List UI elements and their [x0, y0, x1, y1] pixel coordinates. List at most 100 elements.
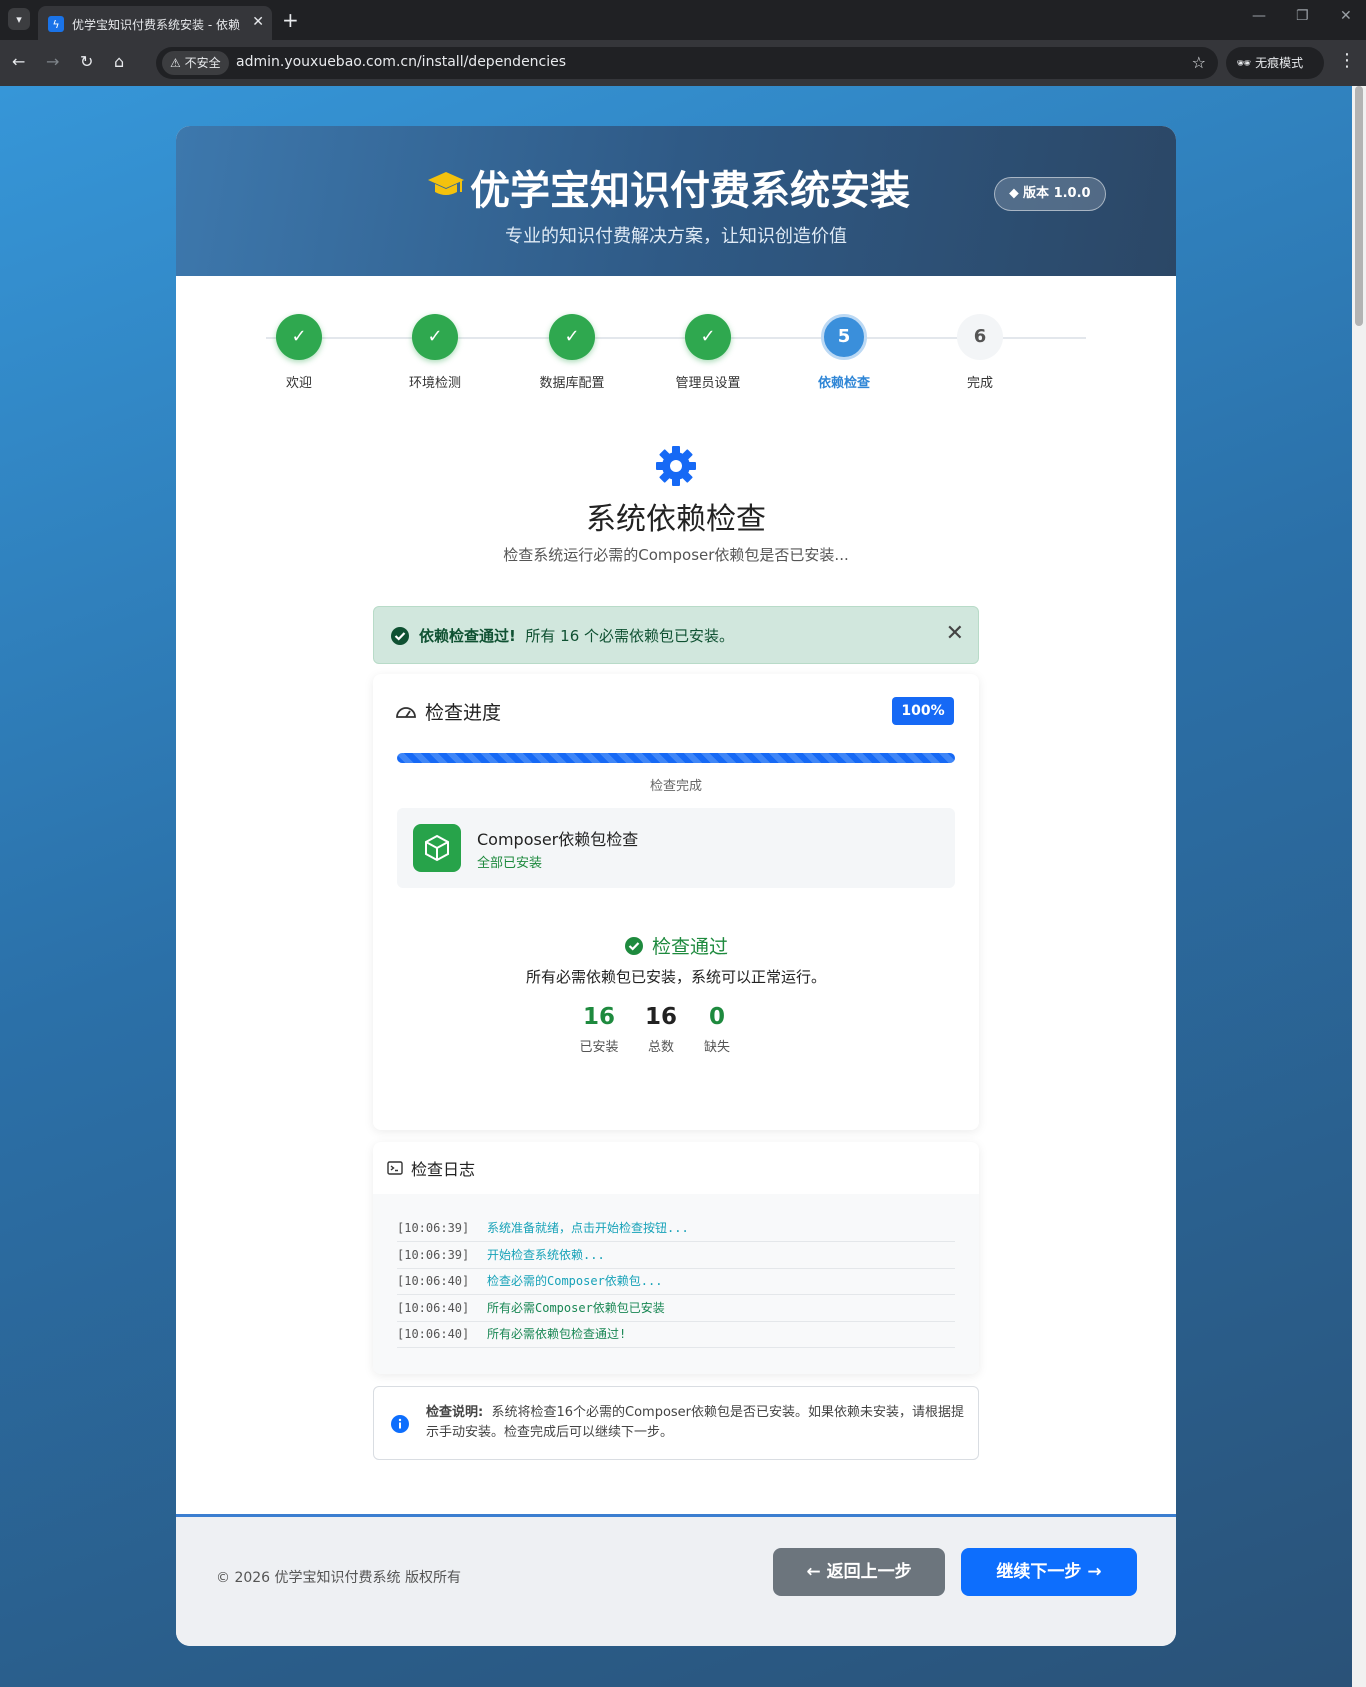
section-subtitle: 检查系统运行必需的Composer依赖包是否已安装...	[503, 546, 849, 564]
step-label: 管理员设置	[675, 376, 741, 391]
scrollbar-thumb[interactable]	[1355, 86, 1363, 326]
success-alert: 依赖检查通过! 所有 16 个必需依赖包已安装。 ✕	[373, 606, 979, 664]
alert-close-icon[interactable]: ✕	[946, 621, 964, 646]
installer-card: 优学宝知识付费系统安装 ⬥ 版本 1.0.0 专业的知识付费解决方案，让知识创造…	[176, 126, 1176, 1646]
gear-icon	[656, 446, 696, 486]
log-message: 所有必需Composer依赖包已安装	[487, 1300, 665, 1315]
check-icon: ✓	[412, 314, 458, 360]
stat-label: 缺失	[703, 1040, 730, 1055]
step-label: 环境检测	[408, 376, 461, 391]
stat-value: 0	[708, 1004, 725, 1030]
step-label: 完成	[966, 376, 993, 391]
incognito-indicator[interactable]: 🕶 无痕模式	[1226, 47, 1324, 79]
back-button[interactable]: ← 返回上一步	[773, 1548, 945, 1596]
terminal-icon	[387, 1161, 403, 1175]
new-tab-button[interactable]: +	[282, 8, 299, 32]
check-icon: ✓	[685, 314, 731, 360]
step-label: 依赖检查	[817, 376, 870, 391]
restore-icon[interactable]: ❐	[1296, 8, 1309, 24]
insecure-label: 不安全	[184, 56, 221, 70]
note-text: 检查说明: 系统将检查16个必需的Composer依赖包是否已安装。如果依赖未安…	[426, 1403, 966, 1443]
log-message: 所有必需依赖包检查通过!	[487, 1327, 627, 1341]
check-icon: ✓	[549, 314, 595, 360]
step-1: ✓ 欢迎	[234, 314, 364, 391]
pass-title: 检查通过	[651, 936, 728, 958]
step-5: 5 依赖检查	[779, 314, 909, 391]
log-message: 系统准备就绪，点击开始检查按钮...	[487, 1221, 689, 1235]
copyright: © 2026 优学宝知识付费系统 版权所有	[216, 1570, 461, 1586]
reload-icon[interactable]: ↻	[80, 52, 93, 71]
composer-check-title: Composer依赖包检查	[477, 830, 639, 849]
note-body: 系统将检查16个必需的Composer依赖包是否已安装。如果依赖未安装，请根据提…	[426, 1405, 965, 1440]
composer-check-item: Composer依赖包检查 全部已安装	[397, 808, 955, 888]
stat-value: 16	[582, 1004, 615, 1030]
log-timestamp: [10:06:40]	[397, 1274, 470, 1288]
version-label: 版本 1.0.0	[1023, 186, 1091, 201]
pass-heading: 检查通过	[373, 932, 979, 960]
pass-description: 所有必需依赖包已安装，系统可以正常运行。	[525, 968, 826, 986]
graduation-cap-icon	[428, 172, 464, 195]
next-button[interactable]: 继续下一步 →	[961, 1548, 1137, 1596]
tab-list-button[interactable]: ▾	[8, 8, 30, 30]
version-badge: ⬥ 版本 1.0.0	[994, 177, 1106, 211]
tab-close-icon[interactable]: ✕	[252, 14, 264, 30]
page-subtitle: 专业的知识付费解决方案，让知识创造价值	[505, 226, 847, 247]
minimize-icon[interactable]: —	[1252, 8, 1266, 24]
log-timestamp: [10:06:39]	[397, 1247, 470, 1262]
step-4: ✓ 管理员设置	[643, 314, 773, 391]
progress-status: 检查完成	[649, 779, 702, 794]
alert-text: 所有 16 个必需依赖包已安装。	[525, 627, 735, 645]
check-circle-icon	[624, 936, 643, 955]
card-header: 优学宝知识付费系统安装 ⬥ 版本 1.0.0 专业的知识付费解决方案，让知识创造…	[176, 126, 1176, 276]
check-circle-icon	[391, 627, 409, 645]
info-icon	[391, 1415, 409, 1433]
log-title: 检查日志	[411, 1160, 476, 1179]
progress-bar	[397, 753, 955, 763]
scrollbar[interactable]	[1352, 86, 1366, 1687]
home-icon[interactable]: ⌂	[114, 52, 124, 71]
alert-message: 依赖检查通过! 所有 16 个必需依赖包已安装。	[419, 625, 734, 646]
section-title: 系统依赖检查	[586, 502, 766, 537]
log-line: [10:06:40] 所有必需Composer依赖包已安装	[397, 1294, 955, 1322]
browser-menu-icon[interactable]: ⋮	[1338, 50, 1356, 71]
card-footer: © 2026 优学宝知识付费系统 版权所有 ← 返回上一步 继续下一步 →	[176, 1514, 1176, 1646]
next-button-label: 继续下一步	[996, 1562, 1082, 1582]
browser-toolbar: ← → ↻ ⌂ ⚠ 不安全 admin.youxuebao.com.cn/ins…	[0, 40, 1366, 86]
browser-tab-strip: ▾ ϟ 优学宝知识付费系统安装 - 依赖 ✕ + — ❐ ✕	[0, 0, 1366, 40]
url-text[interactable]: admin.youxuebao.com.cn/install/dependenc…	[236, 54, 566, 70]
incognito-label: 无痕模式	[1255, 56, 1304, 70]
log-body: [10:06:39] 系统准备就绪，点击开始检查按钮... [10:06:39] 开始…	[373, 1194, 979, 1374]
forward-icon[interactable]: →	[46, 52, 59, 71]
log-message: 检查必需的Composer依赖包...	[487, 1274, 663, 1288]
step-number: 6	[957, 314, 1003, 360]
log-line: [10:06:40] 所有必需依赖包检查通过!	[397, 1320, 955, 1348]
step-2: ✓ 环境检测	[370, 314, 500, 391]
close-window-icon[interactable]: ✕	[1340, 8, 1352, 24]
page-title: 优学宝知识付费系统安装	[470, 168, 910, 214]
progress-percent-badge: 100%	[892, 697, 954, 725]
composer-check-status: 全部已安装	[477, 856, 543, 871]
stat-item: 16 已安装	[564, 1004, 634, 1055]
browser-tab[interactable]: ϟ 优学宝知识付费系统安装 - 依赖 ✕	[38, 6, 272, 40]
favicon-icon: ϟ	[48, 16, 64, 32]
progress-title: 检查进度	[425, 702, 502, 724]
note-label: 检查说明:	[426, 1405, 484, 1420]
back-icon[interactable]: ←	[12, 52, 25, 71]
log-timestamp: [10:06:40]	[397, 1300, 470, 1315]
bookmark-star-icon[interactable]: ☆	[1192, 53, 1206, 72]
address-bar[interactable]: ⚠ 不安全 admin.youxuebao.com.cn/install/dep…	[156, 47, 1218, 79]
log-line: [10:06:39] 系统准备就绪，点击开始检查按钮...	[397, 1214, 955, 1242]
step-label: 欢迎	[285, 376, 312, 391]
log-line: [10:06:39] 开始检查系统依赖...	[397, 1241, 955, 1269]
package-icon	[413, 824, 461, 872]
speedometer-icon	[396, 707, 416, 718]
step-6: 6 完成	[915, 314, 1045, 391]
check-icon: ✓	[276, 314, 322, 360]
arrow-right-icon: →	[1087, 1562, 1102, 1582]
log-line: [10:06:40] 检查必需的Composer依赖包...	[397, 1267, 955, 1295]
progress-card: 检查进度 100% 检查完成 Composer依赖包检查 全部已安装 检查通过	[373, 674, 979, 1130]
stat-label: 已安装	[579, 1040, 619, 1055]
stat-item: 0 缺失	[682, 1004, 752, 1055]
log-card: 检查日志 [10:06:39] 系统准备就绪，点击开始检查按钮... [10:06:…	[373, 1142, 979, 1374]
security-indicator[interactable]: ⚠ 不安全	[162, 51, 229, 75]
